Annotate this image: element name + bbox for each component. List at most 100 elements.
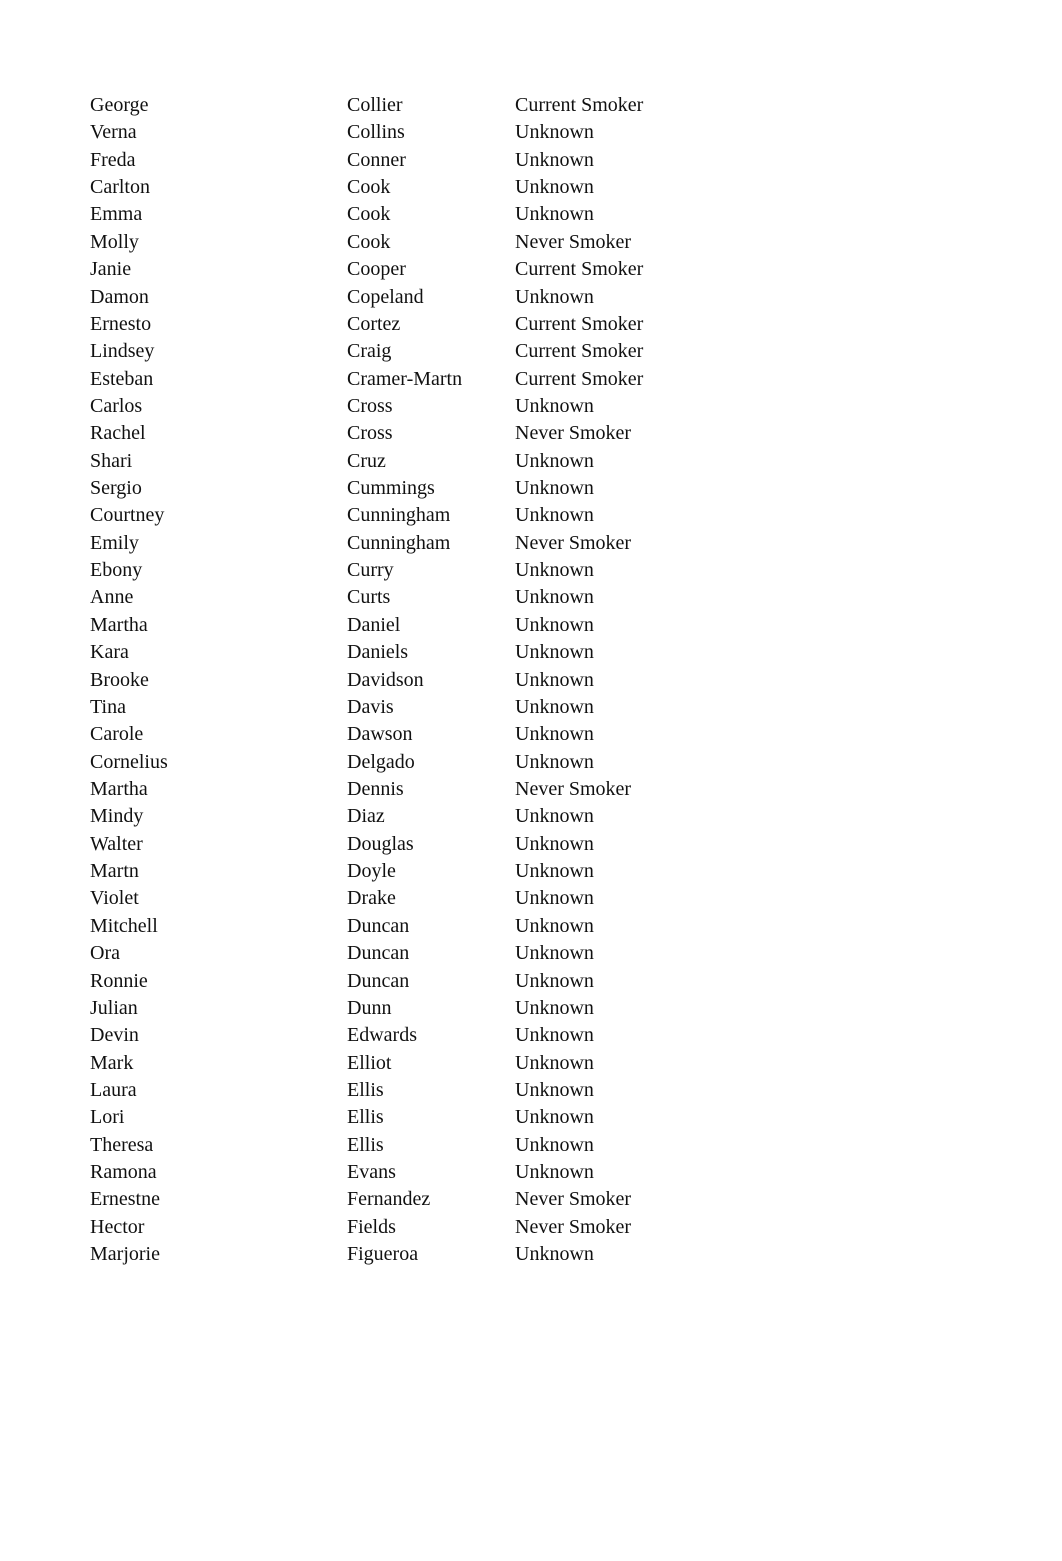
table-row: Sergio Cummings Unknown <box>0 478 1062 505</box>
first-name-cell: Theresa <box>90 1133 154 1156</box>
smoking-status-cell: Never Smoker <box>515 531 632 554</box>
first-name-cell: Kara <box>90 641 129 664</box>
table-row: Martha Dennis Never Smoker <box>0 779 1062 806</box>
table-row: Emily Cunningham Never Smoker <box>0 533 1062 560</box>
first-name-cell: Sergio <box>90 477 142 500</box>
table-row: Courtney Cunningham Unknown <box>0 505 1062 532</box>
first-name-cell: Martha <box>90 778 148 800</box>
smoking-status-cell: Never Smoker <box>515 422 632 445</box>
first-name-cell: Ora <box>90 942 120 965</box>
last-name-cell: Ellis <box>347 1133 384 1156</box>
first-name-cell: Emily <box>90 531 139 554</box>
last-name-cell: Ellis <box>347 1078 384 1101</box>
first-name-cell: Brooke <box>90 668 149 691</box>
last-name-cell: Cruz <box>347 449 386 472</box>
last-name-cell: Fernandez <box>347 1188 431 1211</box>
smoking-status-cell: Current Smoker <box>515 367 644 390</box>
last-name-cell: Cook <box>347 176 391 199</box>
last-name-cell: Drake <box>347 887 396 910</box>
table-row: Ernesto Cortez Current Smoker <box>0 314 1062 341</box>
table-row: Verna Collins Unknown <box>0 122 1062 149</box>
first-name-cell: Emma <box>90 203 143 226</box>
last-name-cell: Daniels <box>347 641 409 664</box>
table-row: Marjorie Figueroa Unknown <box>0 1244 1062 1271</box>
table-row: Lori Ellis Unknown <box>0 1107 1062 1134</box>
last-name-cell: Collier <box>347 94 403 116</box>
smoking-status-cell: Unknown <box>515 860 594 883</box>
smoking-status-cell: Current Smoker <box>515 312 644 335</box>
last-name-cell: Duncan <box>347 969 410 992</box>
smoking-status-cell: Unknown <box>515 695 594 718</box>
smoking-status-cell: Unknown <box>515 1024 594 1047</box>
last-name-cell: Collins <box>347 121 405 144</box>
table-row: Martha Daniel Unknown <box>0 615 1062 642</box>
first-name-cell: Courtney <box>90 504 165 527</box>
table-row: Kara Daniels Unknown <box>0 642 1062 669</box>
smoking-status-cell: Unknown <box>515 121 594 144</box>
table-row: Ramona Evans Unknown <box>0 1162 1062 1189</box>
first-name-cell: Molly <box>90 230 139 253</box>
first-name-cell: Ramona <box>90 1161 157 1184</box>
last-name-cell: Cook <box>347 230 391 253</box>
last-name-cell: Cross <box>347 394 393 417</box>
last-name-cell: Cook <box>347 203 391 226</box>
table-row: Carlton Cook Unknown <box>0 177 1062 204</box>
first-name-cell: Janie <box>90 258 132 281</box>
smoking-status-cell: Unknown <box>515 1078 594 1101</box>
first-name-cell: Carlos <box>90 394 143 417</box>
table-row: Ernestne Fernandez Never Smoker <box>0 1189 1062 1216</box>
last-name-cell: Duncan <box>347 942 410 965</box>
first-name-cell: Julian <box>90 996 138 1019</box>
last-name-cell: Conner <box>347 148 406 171</box>
last-name-cell: Evans <box>347 1161 396 1184</box>
table-row: Esteban Cramer-Martn Current Smoker <box>0 369 1062 396</box>
first-name-cell: Damon <box>90 285 149 308</box>
smoking-status-cell: Unknown <box>515 559 594 582</box>
smoking-status-cell: Never Smoker <box>515 230 632 253</box>
first-name-cell: Martn <box>90 860 139 883</box>
first-name-cell: Violet <box>90 887 139 910</box>
smoking-status-cell: Unknown <box>515 148 594 171</box>
last-name-cell: Duncan <box>347 914 410 937</box>
first-name-cell: Ronnie <box>90 969 148 992</box>
smoking-status-cell: Unknown <box>515 750 594 773</box>
table-row: Emma Cook Unknown <box>0 204 1062 231</box>
smoking-status-cell: Unknown <box>515 1133 594 1156</box>
first-name-cell: Laura <box>90 1078 137 1101</box>
smoking-status-cell: Unknown <box>515 613 594 636</box>
table-row: Brooke Davidson Unknown <box>0 670 1062 697</box>
first-name-cell: Lori <box>90 1106 125 1129</box>
first-name-cell: Carlton <box>90 176 150 199</box>
last-name-cell: Diaz <box>347 805 385 828</box>
table-row: Damon Copeland Unknown <box>0 287 1062 314</box>
table-row: Julian Dunn Unknown <box>0 998 1062 1025</box>
smoking-status-cell: Never Smoker <box>515 1215 632 1238</box>
first-name-cell: Marjorie <box>90 1243 160 1266</box>
smoking-status-cell: Unknown <box>515 285 594 308</box>
smoking-status-cell: Current Smoker <box>515 94 644 116</box>
last-name-cell: Craig <box>347 340 392 363</box>
first-name-cell: Mitchell <box>90 914 158 937</box>
smoking-status-cell: Unknown <box>515 203 594 226</box>
table-row: Tina Davis Unknown <box>0 697 1062 724</box>
first-name-cell: Esteban <box>90 367 154 390</box>
last-name-cell: Elliot <box>347 1051 392 1074</box>
table-row: Shari Cruz Unknown <box>0 451 1062 478</box>
last-name-cell: Fields <box>347 1215 396 1238</box>
last-name-cell: Cunningham <box>347 504 451 527</box>
table-row: Mindy Diaz Unknown <box>0 806 1062 833</box>
table-row: Laura Ellis Unknown <box>0 1080 1062 1107</box>
first-name-cell: Mindy <box>90 805 144 828</box>
first-name-cell: Rachel <box>90 422 146 445</box>
table-row: Anne Curts Unknown <box>0 587 1062 614</box>
first-name-cell: Carole <box>90 723 144 746</box>
last-name-cell: Cooper <box>347 258 406 281</box>
table-row: Martn Doyle Unknown <box>0 861 1062 888</box>
table-row: Violet Drake Unknown <box>0 888 1062 915</box>
first-name-cell: Cornelius <box>90 750 168 773</box>
smoking-status-cell: Unknown <box>515 1161 594 1184</box>
smoking-status-cell: Unknown <box>515 969 594 992</box>
smoking-status-cell: Unknown <box>515 449 594 472</box>
smoking-status-cell: Unknown <box>515 668 594 691</box>
first-name-cell: Ernesto <box>90 312 152 335</box>
